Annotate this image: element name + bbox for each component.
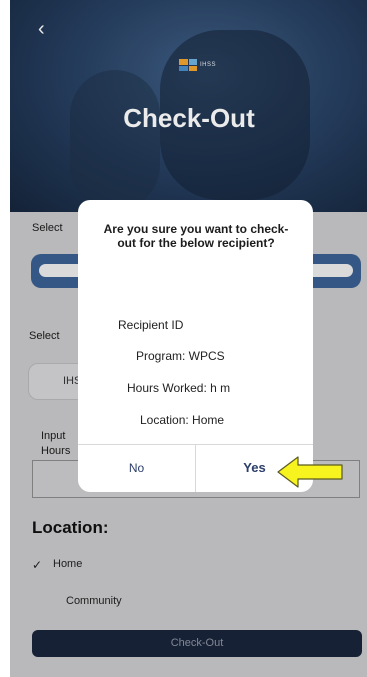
dialog-question: Are you sure you want to check-out for t… xyxy=(103,222,289,250)
no-button[interactable]: No xyxy=(78,444,195,492)
hours-worked-text: Hours Worked: h m xyxy=(127,381,231,395)
recipient-id-text: Recipient ID xyxy=(118,318,184,332)
location-text: Location: Home xyxy=(140,413,225,427)
yellow-arrow-icon xyxy=(277,456,343,488)
program-text: Program: WPCS xyxy=(136,349,225,363)
confirm-dialog: Are you sure you want to check-out for t… xyxy=(78,200,313,492)
